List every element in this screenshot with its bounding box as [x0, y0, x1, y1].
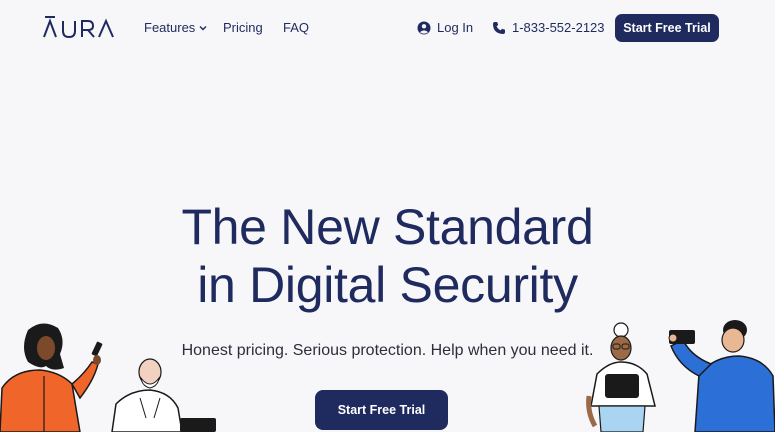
woman-with-phone-illustration	[0, 323, 103, 432]
phone-icon	[493, 21, 505, 34]
start-free-trial-nav-label: Start Free Trial	[623, 21, 711, 35]
nav-faq[interactable]: FAQ	[283, 20, 309, 35]
login-label: Log In	[437, 20, 474, 35]
start-free-trial-hero-label: Start Free Trial	[337, 403, 426, 417]
hero-title-line-1: The New Standard	[181, 199, 594, 255]
people-illustration-right	[586, 320, 775, 432]
woman-with-tablet-illustration	[586, 322, 656, 432]
nav-features[interactable]: Features	[144, 20, 207, 35]
nav-faq-label: FAQ	[283, 20, 310, 35]
hero-title-line-2: in Digital Security	[197, 257, 578, 313]
nav-pricing-label: Pricing	[223, 20, 263, 35]
hero-title: The New Standard in Digital Security	[0, 198, 775, 314]
user-circle-icon	[417, 21, 431, 34]
older-man-illustration	[111, 358, 216, 432]
chevron-down-icon	[199, 25, 207, 30]
start-free-trial-nav-button[interactable]: Start Free Trial	[615, 14, 719, 42]
landing-page: Features Pricing FAQ Log In 1-833-552-21…	[0, 0, 775, 432]
phone-number: 1-833-552-2123	[512, 20, 605, 35]
people-illustration-left	[0, 323, 216, 432]
top-nav: Features Pricing FAQ Log In 1-833-552-21…	[0, 0, 775, 56]
aura-logo-mark	[43, 16, 114, 39]
login-link[interactable]: Log In	[417, 20, 473, 35]
aura-logo[interactable]	[43, 13, 115, 39]
man-with-phone-illustration	[668, 320, 775, 432]
phone-link[interactable]: 1-833-552-2123	[492, 20, 605, 35]
nav-pricing[interactable]: Pricing	[223, 20, 263, 35]
nav-features-label: Features	[144, 20, 196, 35]
start-free-trial-hero-button[interactable]: Start Free Trial	[315, 390, 448, 430]
